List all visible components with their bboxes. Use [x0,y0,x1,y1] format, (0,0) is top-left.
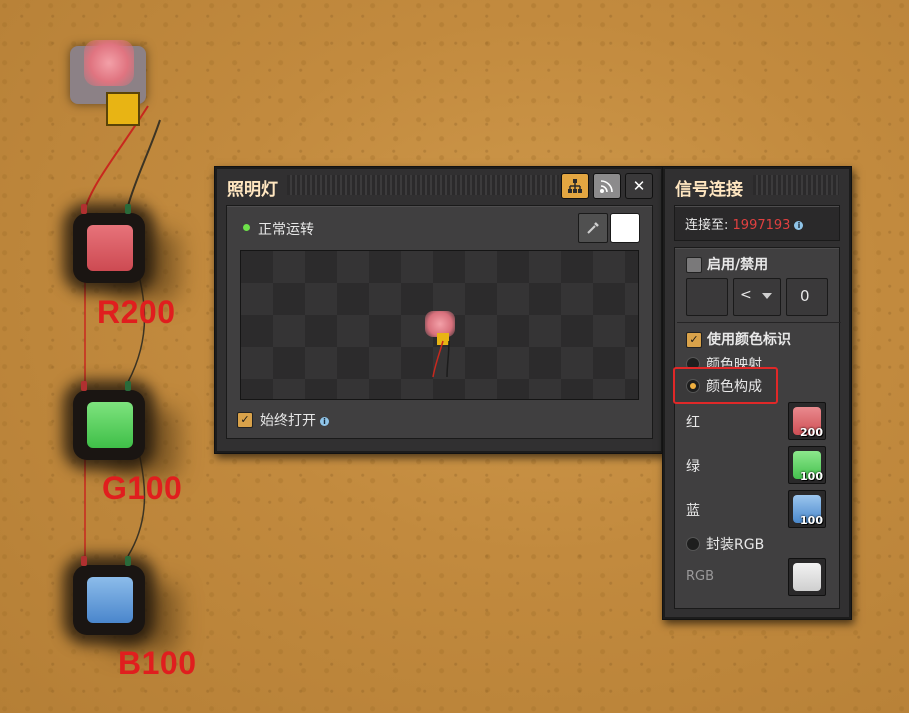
color-components-radio[interactable] [686,379,700,393]
circuit-network-button[interactable] [561,173,589,199]
label-red: R200 [97,294,176,330]
lamp-blue[interactable] [73,556,145,635]
channel-slot-red[interactable]: 200 [788,402,826,440]
label-blue: B100 [118,645,197,681]
lamp-color-swatch[interactable] [610,213,640,243]
status-indicator-icon [243,224,250,231]
label-green: G100 [102,470,183,506]
channel-label-green: 绿 [686,459,700,475]
combinator-lamp-glow [84,40,134,86]
enable-disable-label: 启用/禁用 [707,257,769,273]
lamp-green-pole-green [125,381,131,391]
channel-value-green: 100 [800,470,823,483]
copy-color-button[interactable] [578,213,608,243]
chevron-down-icon [762,293,772,299]
connected-to: 连接至: 1997193 i [685,214,804,233]
always-on-checkbox[interactable]: ✓ [237,412,253,428]
entity-preview [240,250,639,400]
lamp-panel-drag-handle[interactable] [287,175,559,195]
always-on-label: 始终打开 i [260,410,329,430]
close-button[interactable]: ✕ [625,173,653,199]
packed-rgb-label: 封装RGB [706,537,765,553]
info-icon: i [794,221,804,230]
lamp-red[interactable] [73,204,145,283]
divider [677,322,841,323]
channel-slot-green[interactable]: 100 [788,446,826,484]
color-components-label: 颜色构成 [706,379,762,395]
combinator-entity[interactable] [68,40,156,126]
channel-label-red: 红 [686,415,700,431]
operator-value: < [740,287,752,303]
eyedropper-icon [587,222,599,234]
use-colors-checkbox[interactable]: ✓ [686,332,702,348]
enable-disable-checkbox[interactable] [686,257,702,273]
constant-value-button[interactable]: 0 [786,278,828,316]
lamp-green[interactable] [73,381,145,460]
circuit-network-icon [568,179,582,193]
lamp-green-light [87,402,133,448]
signal-slot-button[interactable] [686,278,728,316]
combinator-yellow-block [106,92,140,126]
rgb-label: RGB [686,569,715,584]
use-colors-label: 使用颜色标识 [707,332,791,348]
channel-slot-blue[interactable]: 100 [788,490,826,528]
lamp-green-pole-red [81,381,87,391]
lamp-red-pole-red [81,204,87,214]
packed-rgb-radio[interactable] [686,537,700,551]
status-text: 正常运转 [258,222,314,238]
info-icon: i [320,416,329,426]
lamp-blue-pole-green [125,556,131,566]
constant-value: 0 [800,287,810,305]
operator-dropdown[interactable]: < [733,278,781,316]
signal-panel-title: 信号连接 [675,180,743,200]
lamp-blue-light [87,577,133,623]
preview-wires [432,340,450,378]
wireless-icon [600,180,613,193]
lamp-blue-pole-red [81,556,87,566]
rgb-signal-icon [793,563,821,591]
channel-value-red: 200 [800,426,823,439]
rgb-slot[interactable] [788,558,826,596]
channel-label-blue: 蓝 [686,503,700,519]
network-id: 1997193 [732,218,791,233]
lamp-red-pole-green [125,204,131,214]
close-icon: ✕ [632,177,646,195]
lamp-red-light [87,225,133,271]
logistic-network-button[interactable] [593,173,621,199]
signal-panel-drag-handle[interactable] [753,175,839,195]
channel-value-blue: 100 [800,514,823,527]
lamp-panel-title: 照明灯 [227,180,278,200]
